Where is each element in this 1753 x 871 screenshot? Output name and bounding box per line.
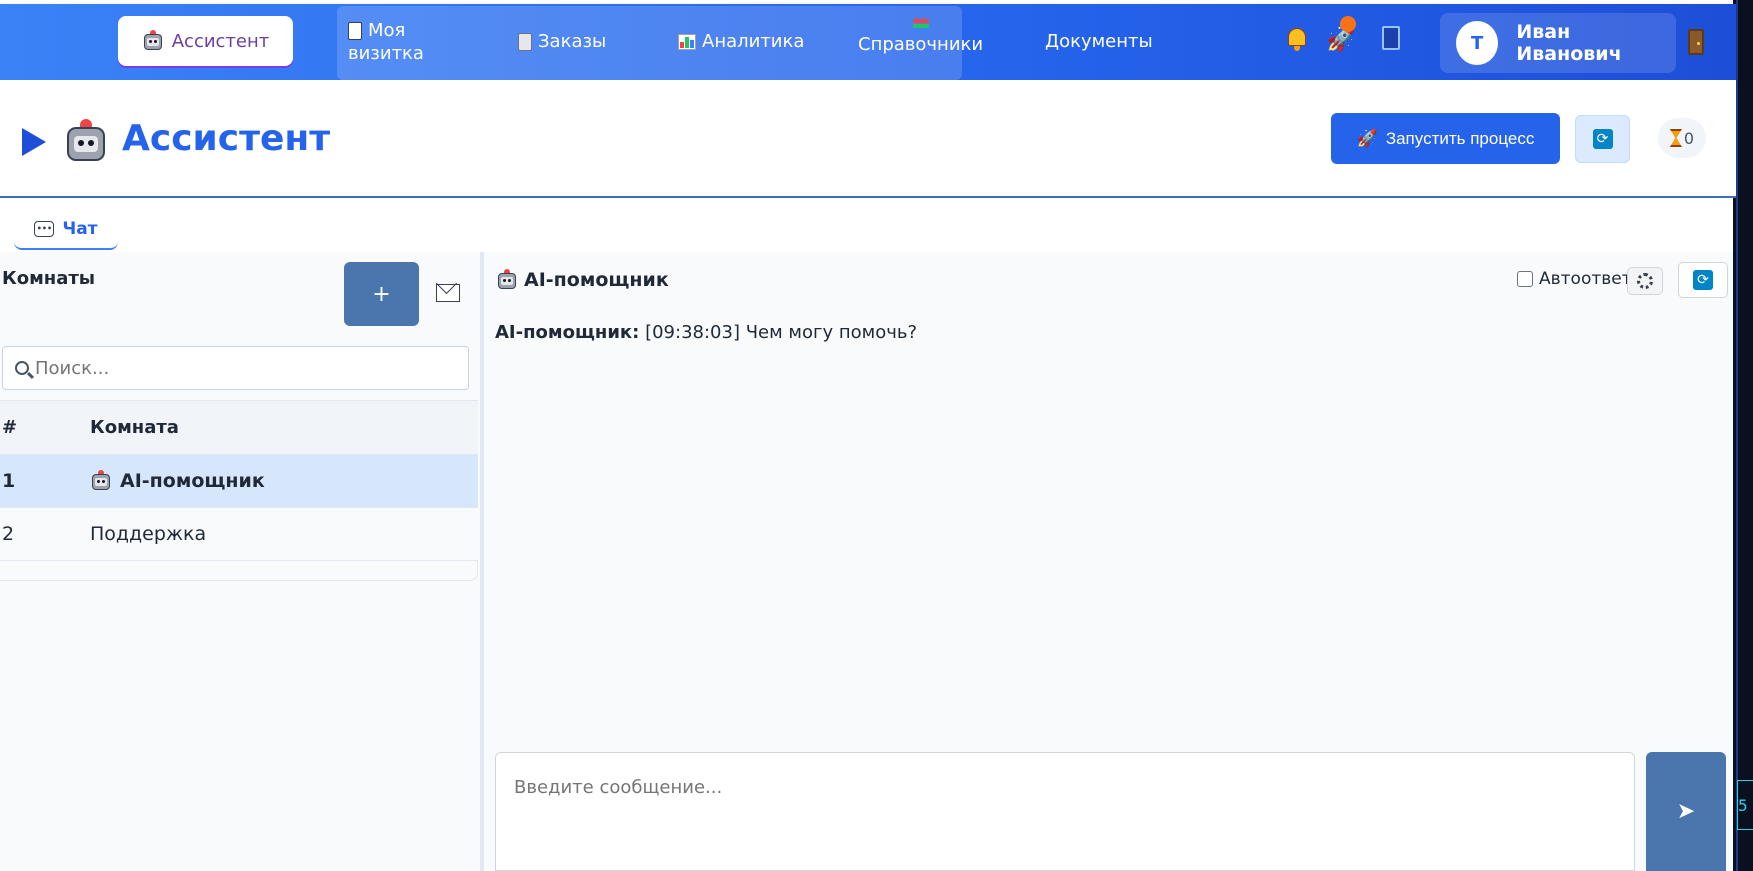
gear-icon — [1637, 273, 1653, 289]
page-title: Ассистент — [122, 118, 331, 159]
chat-title-label: AI-помощник — [524, 269, 669, 291]
chat-icon: ••• — [34, 221, 55, 237]
hourglass-icon — [1669, 129, 1682, 147]
top-navbar: Ассистент Моя визитка Заказы Аналитика С… — [0, 4, 1736, 80]
nav-item-documents[interactable]: Документы — [1045, 30, 1153, 53]
user-name: Иван Иванович — [1516, 21, 1622, 65]
bar-chart-icon — [678, 33, 696, 50]
tab-label: Чат — [62, 219, 98, 239]
play-icon[interactable] — [22, 128, 46, 156]
room-search — [2, 346, 469, 390]
pending-tasks-badge[interactable]: 0 — [1658, 118, 1706, 158]
row-room-name: Поддержка — [90, 523, 207, 545]
clipboard-icon — [518, 32, 532, 51]
refresh-button[interactable]: ⟳ — [1575, 115, 1630, 163]
table-header: # Комната — [0, 401, 478, 455]
books-icon — [912, 19, 929, 33]
refresh-icon: ⟳ — [1592, 129, 1613, 149]
table-row[interactable]: 1 AI-помощник — [0, 455, 478, 508]
column-header-num: # — [2, 417, 18, 438]
send-icon: ➤ — [1676, 799, 1696, 824]
bell-button[interactable] — [1286, 26, 1308, 52]
strip-text: 5 — [1738, 796, 1748, 815]
autoreply-checkbox[interactable] — [1517, 271, 1533, 287]
nav-item-label: Моя — [368, 20, 406, 41]
rocket-button[interactable]: 🚀 — [1326, 16, 1356, 52]
row-num: 2 — [2, 523, 15, 545]
envelope-icon — [436, 284, 460, 302]
nav-item-label: Ассистент — [171, 30, 270, 52]
page-header: Ассистент 🚀 Запустить процесс ⟳ 0 — [0, 80, 1736, 198]
row-room-name: AI-помощник — [120, 470, 265, 492]
autoreply-label: Автоответ — [1539, 269, 1632, 289]
robot-icon — [142, 30, 164, 52]
avatar: Т — [1456, 21, 1499, 65]
search-icon — [15, 361, 29, 375]
notification-dot — [1340, 16, 1356, 32]
column-header-room: Комната — [90, 417, 179, 438]
chat-message: AI-помощник: [09:38:03] Чем могу помочь? — [495, 322, 917, 343]
robot-icon — [90, 470, 112, 492]
user-menu[interactable]: Т Иван Иванович — [1440, 13, 1676, 73]
message-text: Чем могу помочь? — [745, 322, 918, 343]
pending-count: 0 — [1683, 128, 1695, 148]
chat-panel: AI-помощник Автоответ ⟳ AI-помощник: [09… — [484, 252, 1733, 871]
rocket-icon: 🚀 — [1326, 16, 1356, 52]
door-icon[interactable] — [1688, 29, 1704, 55]
business-card-icon — [348, 21, 362, 40]
tab-chat[interactable]: ••• Чат — [14, 210, 118, 250]
nav-item-assistant[interactable]: Ассистент — [118, 16, 293, 66]
row-room-cell: AI-помощник — [90, 470, 265, 492]
send-button[interactable]: ➤ — [1646, 752, 1726, 871]
search-input[interactable] — [35, 357, 445, 379]
nav-item-references[interactable]: Справочники — [858, 19, 983, 56]
autoreply-toggle[interactable]: Автоответ — [1517, 269, 1632, 289]
launch-process-label: Запустить процесс — [1385, 128, 1535, 148]
book-icon — [1382, 26, 1400, 50]
table-footer — [0, 561, 478, 581]
chat-settings-button[interactable] — [1627, 267, 1663, 295]
nav-item-label: Документы — [1045, 31, 1153, 52]
nav-item-analytics[interactable]: Аналитика — [678, 30, 804, 53]
nav-item-label: Заказы — [538, 31, 607, 52]
rocket-icon: 🚀 — [1356, 128, 1378, 148]
add-room-button[interactable]: + — [344, 262, 419, 326]
bell-icon — [1286, 26, 1308, 52]
row-num: 1 — [2, 470, 16, 492]
rooms-title: Комнаты — [2, 268, 96, 289]
message-author: AI-помощник: — [495, 322, 640, 343]
strip-line — [1736, 0, 1738, 871]
message-time: [09:38:03] — [645, 322, 740, 343]
background-window-strip: 5 — [1733, 0, 1753, 871]
chat-refresh-button[interactable]: ⟳ — [1678, 262, 1728, 298]
robot-icon — [496, 269, 518, 291]
book-button[interactable] — [1382, 26, 1400, 50]
nav-item-label: Аналитика — [702, 31, 805, 52]
mail-button[interactable] — [436, 284, 460, 302]
launch-process-button[interactable]: 🚀 Запустить процесс — [1331, 113, 1560, 164]
row-room-cell: Поддержка — [90, 523, 206, 545]
refresh-icon: ⟳ — [1693, 270, 1713, 290]
rooms-table: # Комната 1 AI-помощник 2 Поддержка — [0, 400, 478, 581]
nav-item-label-line2: визитка — [348, 43, 424, 64]
nav-item-orders[interactable]: Заказы — [518, 30, 606, 53]
robot-icon — [64, 119, 108, 163]
message-input[interactable] — [495, 752, 1635, 871]
nav-item-label: Справочники — [858, 34, 984, 55]
nav-item-business-card[interactable]: Моя визитка — [348, 19, 424, 65]
chat-title: AI-помощник — [496, 269, 669, 291]
table-row[interactable]: 2 Поддержка — [0, 508, 478, 561]
rooms-panel: Комнаты + # Комната 1 AI-помощник 2 Подд… — [0, 252, 480, 871]
